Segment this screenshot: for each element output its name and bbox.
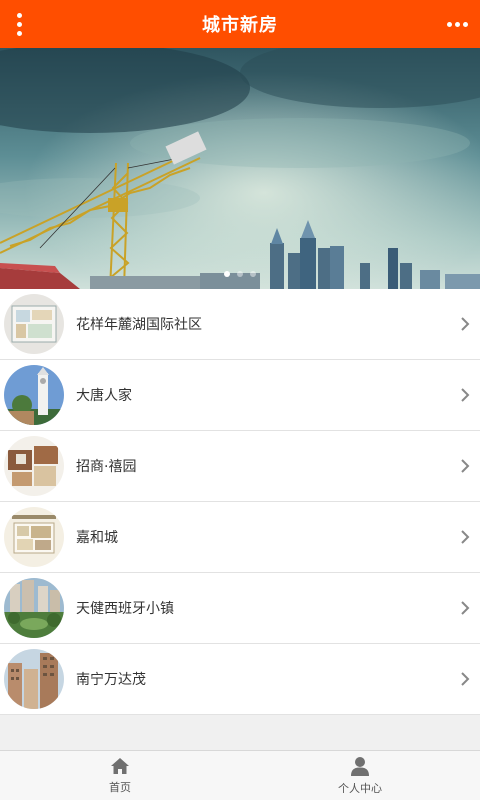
banner-image [0,48,480,289]
chevron-right-icon [461,530,470,544]
list-item[interactable]: 大唐人家 [0,360,480,431]
listing-name: 大唐人家 [76,388,132,404]
home-icon [111,757,129,774]
bottom-tab-bar: 首页 个人中心 [0,750,480,800]
chevron-right-icon [461,317,470,331]
tab-home[interactable]: 首页 [0,751,240,800]
page-title: 城市新房 [202,15,278,36]
floor-plan-thumbnail [4,507,64,567]
chevron-right-icon [461,601,470,615]
tab-label: 首页 [109,780,131,794]
floor-plan-thumbnail [4,294,64,354]
user-icon [351,756,369,776]
carousel-dot[interactable] [237,271,243,277]
banner-carousel[interactable] [0,48,480,289]
listing-name: 嘉和城 [76,530,118,546]
carousel-dot[interactable] [250,271,256,277]
tab-label: 个人中心 [338,781,382,795]
listing-name: 招商·禧园 [76,459,137,475]
floor-plan-thumbnail [4,436,64,496]
clock-tower-thumbnail [4,365,64,425]
carousel-indicator [0,271,480,277]
list-item[interactable]: 南宁万达茂 [0,644,480,715]
menu-button[interactable] [8,9,30,39]
chevron-right-icon [461,459,470,473]
towers-thumbnail [4,649,64,709]
more-button[interactable] [442,9,472,39]
tab-profile[interactable]: 个人中心 [240,751,480,800]
app-header: 城市新房 [0,0,480,48]
list-item[interactable]: 招商·禧园 [0,431,480,502]
list-item[interactable]: 天健西班牙小镇 [0,573,480,644]
list-item[interactable]: 嘉和城 [0,502,480,573]
listing-name: 天健西班牙小镇 [76,601,174,617]
listing-list: 花样年麓湖国际社区 大唐人家 招商·禧园 嘉和城 天健西班牙小镇 南宁万达茂 [0,289,480,715]
chevron-right-icon [461,388,470,402]
list-item[interactable]: 花样年麓湖国际社区 [0,289,480,360]
listing-name: 花样年麓湖国际社区 [76,317,202,333]
garden-towers-thumbnail [4,578,64,638]
chevron-right-icon [461,672,470,686]
listing-name: 南宁万达茂 [76,672,146,688]
carousel-dot[interactable] [224,271,230,277]
